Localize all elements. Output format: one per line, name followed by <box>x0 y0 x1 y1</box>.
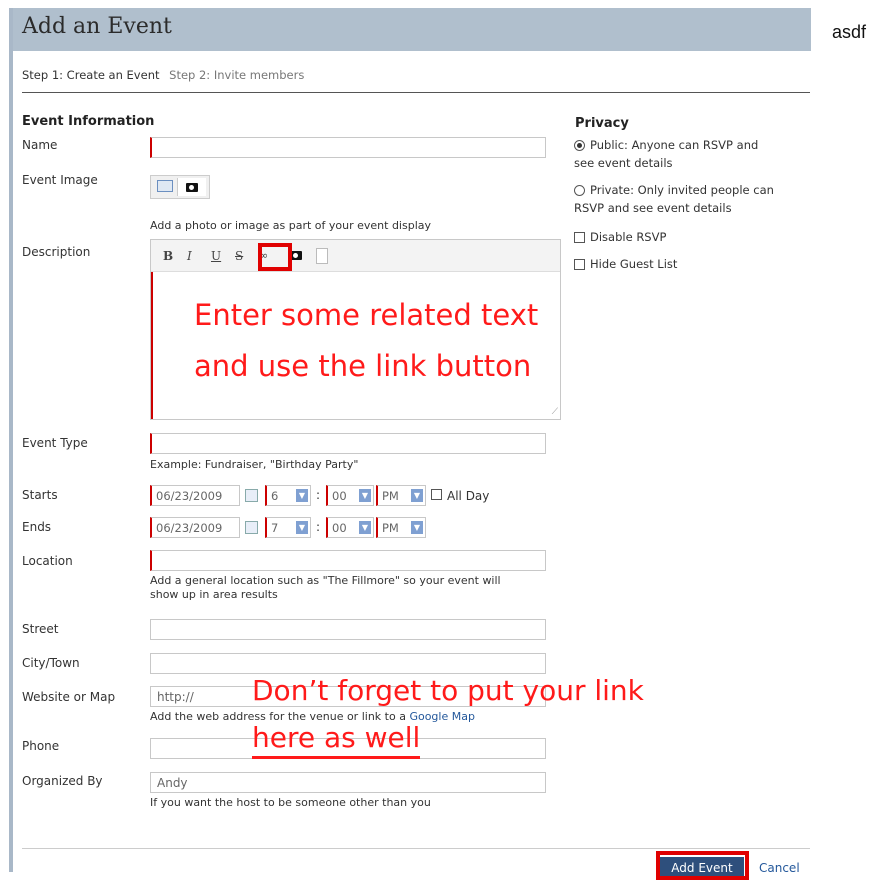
underline-button[interactable]: U <box>211 249 221 263</box>
all-day-label: All Day <box>447 489 490 503</box>
chevron-down-icon: ▼ <box>359 489 371 502</box>
starts-label: Starts <box>22 488 58 502</box>
page-title: Add an Event <box>22 14 172 39</box>
section-title-event-information: Event Information <box>22 114 155 129</box>
resize-handle[interactable]: ⟋ <box>552 407 558 417</box>
cancel-link[interactable]: Cancel <box>759 861 800 875</box>
footer-divider <box>22 848 810 849</box>
phone-label: Phone <box>22 739 60 753</box>
public-radio[interactable] <box>574 140 585 151</box>
start-minute-value: 00 <box>332 489 347 503</box>
street-input[interactable] <box>150 619 546 640</box>
editor-toolbar: B I U S ∞ <box>151 240 560 272</box>
annotation-website-line2: here as well <box>252 720 421 759</box>
end-hour-select[interactable]: 7 ▼ <box>265 517 311 538</box>
page-header: Add an Event <box>13 8 811 51</box>
chevron-down-icon: ▼ <box>411 521 423 534</box>
organized-by-input[interactable]: Andy <box>150 772 546 793</box>
event-image-help: Add a photo or image as part of your eve… <box>150 219 431 232</box>
description-label: Description <box>22 245 91 259</box>
location-help-line1: Add a general location such as "The Fill… <box>150 574 501 587</box>
divider <box>22 92 810 93</box>
step-breadcrumb: Step 1: Create an Event Step 2: Invite m… <box>22 68 304 82</box>
organized-by-label: Organized By <box>22 774 103 788</box>
italic-button[interactable]: I <box>187 249 192 263</box>
end-date-input[interactable]: 06/23/2009 <box>150 517 240 538</box>
website-label: Website or Map <box>22 690 116 704</box>
start-ampm-select[interactable]: PM ▼ <box>376 485 426 506</box>
privacy-title: Privacy <box>575 116 629 131</box>
chevron-down-icon: ▼ <box>296 521 308 534</box>
all-day-checkbox[interactable] <box>431 489 442 500</box>
start-date-input[interactable]: 06/23/2009 <box>150 485 240 506</box>
event-image-picker[interactable] <box>150 175 210 199</box>
bold-button[interactable]: B <box>163 249 173 263</box>
chevron-down-icon: ▼ <box>359 521 371 534</box>
private-label-line2: RSVP and see event details <box>574 201 732 215</box>
ends-label: Ends <box>22 520 52 534</box>
end-ampm-value: PM <box>382 521 399 535</box>
end-minute-value: 00 <box>332 521 347 535</box>
annotation-website-line1: Don’t forget to put your link <box>252 674 644 707</box>
description-textarea[interactable] <box>151 272 560 419</box>
organized-by-help: If you want the host to be someone other… <box>150 796 431 809</box>
location-help-line2: show up in area results <box>150 588 278 601</box>
document-icon[interactable] <box>316 248 328 264</box>
name-input[interactable] <box>150 137 546 158</box>
event-image-label: Event Image <box>22 173 98 187</box>
camera-icon <box>186 183 198 192</box>
event-type-input[interactable] <box>150 433 546 454</box>
public-label-line1: Public: Anyone can RSVP and <box>590 138 759 152</box>
camera-button[interactable] <box>177 178 206 196</box>
city-input[interactable] <box>150 653 546 674</box>
name-label: Name <box>22 138 58 152</box>
time-separator: : <box>316 520 321 534</box>
link-button-highlight <box>258 243 292 271</box>
time-separator: : <box>316 488 321 502</box>
start-ampm-value: PM <box>382 489 399 503</box>
location-input[interactable] <box>150 550 546 571</box>
disable-rsvp-label: Disable RSVP <box>590 230 667 244</box>
strikethrough-button[interactable]: S <box>235 249 243 263</box>
chevron-down-icon: ▼ <box>296 489 308 502</box>
end-ampm-select[interactable]: PM ▼ <box>376 517 426 538</box>
annotation-editor-line1: Enter some related text <box>194 298 539 332</box>
public-label-line2: see event details <box>574 156 673 170</box>
start-hour-value: 6 <box>271 489 279 503</box>
add-event-highlight <box>656 851 749 880</box>
start-hour-select[interactable]: 6 ▼ <box>265 485 311 506</box>
step-2-invite-members[interactable]: Step 2: Invite members <box>169 68 304 82</box>
step-1-create-event: Step 1: Create an Event <box>22 68 160 82</box>
image-gallery-icon[interactable] <box>157 180 173 192</box>
location-label: Location <box>22 554 73 568</box>
private-radio[interactable] <box>574 185 585 196</box>
private-label-line1: Private: Only invited people can <box>590 183 774 197</box>
end-date-value: 06/23/2009 <box>156 521 223 535</box>
street-label: Street <box>22 622 59 636</box>
event-type-label: Event Type <box>22 436 88 450</box>
side-text: asdf <box>832 22 867 42</box>
end-hour-value: 7 <box>271 521 279 535</box>
add-event-panel: Add an Event Step 1: Create an Event Ste… <box>9 8 811 880</box>
chevron-down-icon: ▼ <box>411 489 423 502</box>
calendar-icon[interactable] <box>245 521 258 534</box>
disable-rsvp-checkbox[interactable] <box>574 232 585 243</box>
hide-guest-list-label: Hide Guest List <box>590 257 678 271</box>
start-date-value: 06/23/2009 <box>156 489 223 503</box>
city-label: City/Town <box>22 656 80 670</box>
annotation-editor-line2: and use the link button <box>194 349 532 383</box>
end-minute-select[interactable]: 00 ▼ <box>326 517 374 538</box>
event-type-help: Example: Fundraiser, "Birthday Party" <box>150 458 359 471</box>
calendar-icon[interactable] <box>245 489 258 502</box>
start-minute-select[interactable]: 00 ▼ <box>326 485 374 506</box>
hide-guest-list-checkbox[interactable] <box>574 259 585 270</box>
